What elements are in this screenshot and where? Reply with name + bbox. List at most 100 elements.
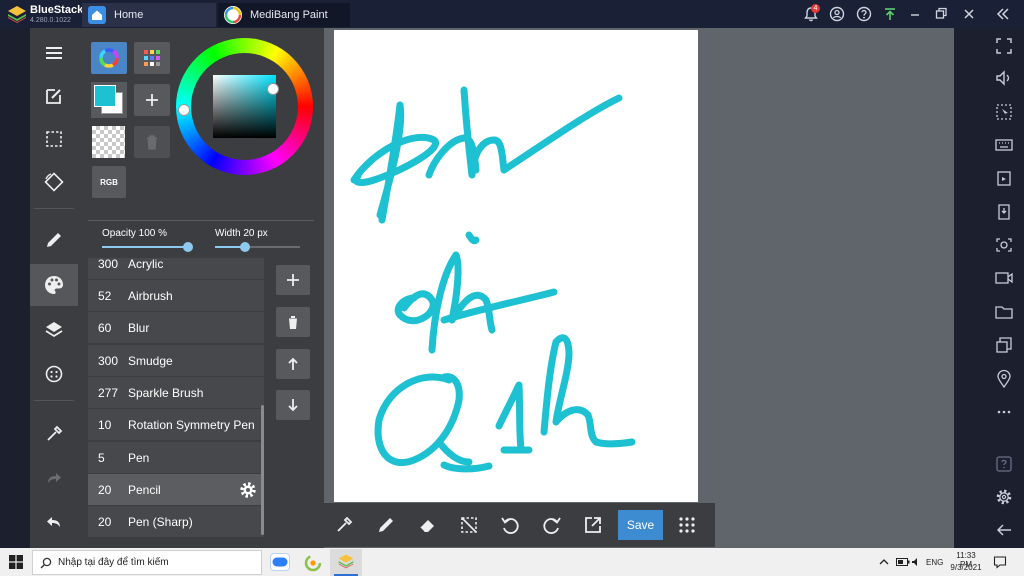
rotate-canvas-icon bbox=[44, 172, 64, 192]
delete-color-button[interactable] bbox=[134, 126, 170, 158]
gear-icon[interactable] bbox=[238, 480, 258, 500]
fullscreen-export-icon[interactable] bbox=[582, 514, 604, 536]
brush-row-blur[interactable]: 60 Blur bbox=[88, 312, 264, 343]
rotate-left-icon[interactable] bbox=[499, 514, 521, 536]
zalo-app-icon[interactable] bbox=[270, 553, 290, 571]
volume-icon[interactable] bbox=[994, 68, 1014, 88]
language-indicator[interactable]: ENG bbox=[926, 558, 943, 567]
pencil-icon[interactable] bbox=[375, 514, 397, 536]
battery-icon[interactable] bbox=[896, 557, 910, 567]
transparent-color-swatch[interactable] bbox=[92, 126, 125, 158]
width-slider[interactable] bbox=[215, 246, 300, 248]
clock-date[interactable]: 9/3/2021 bbox=[950, 563, 982, 572]
taskbar-bluestacks-active[interactable] bbox=[330, 549, 362, 576]
plus-icon bbox=[146, 94, 158, 106]
width-slider-knob[interactable] bbox=[239, 242, 250, 252]
rotate-right-icon[interactable] bbox=[541, 514, 563, 536]
drawing-canvas[interactable] bbox=[334, 30, 698, 502]
fullscreen-icon[interactable] bbox=[994, 36, 1014, 56]
more-options-icon[interactable] bbox=[994, 402, 1014, 422]
tray-chevron-up-icon[interactable] bbox=[879, 557, 889, 567]
save-button[interactable]: Save bbox=[618, 510, 663, 540]
palette-mode-button[interactable] bbox=[134, 42, 170, 74]
screenshot-icon[interactable] bbox=[994, 235, 1014, 255]
layers-tool[interactable] bbox=[30, 310, 78, 350]
arrow-down-icon bbox=[288, 399, 298, 412]
location-icon[interactable] bbox=[994, 369, 1014, 389]
restore-icon[interactable] bbox=[934, 5, 948, 23]
brush-row-pencil[interactable]: 20 Pencil bbox=[88, 474, 264, 505]
bluestacks-taskbar-icon bbox=[338, 554, 354, 569]
materials-tool[interactable] bbox=[30, 354, 78, 394]
eyedropper-icon bbox=[47, 425, 63, 441]
rgb-mode-button[interactable]: RGB bbox=[92, 166, 126, 198]
minimize-icon[interactable] bbox=[908, 5, 922, 23]
eraser-icon[interactable] bbox=[416, 514, 438, 536]
new-file-button[interactable] bbox=[30, 76, 78, 116]
folder-icon[interactable] bbox=[994, 302, 1014, 322]
app-launcher-icon[interactable] bbox=[304, 554, 322, 572]
update-icon[interactable] bbox=[882, 5, 898, 23]
brush-row-pen-sharp[interactable]: 20 Pen (Sharp) bbox=[88, 506, 264, 537]
delete-brush-button[interactable] bbox=[276, 307, 310, 337]
collapse-sidebar-icon[interactable] bbox=[995, 5, 1011, 23]
add-color-button[interactable] bbox=[134, 84, 170, 116]
brush-size: 10 bbox=[98, 417, 112, 432]
selection-tool[interactable] bbox=[30, 119, 78, 159]
back-arrow-icon[interactable] bbox=[994, 520, 1014, 540]
brush-size: 277 bbox=[98, 385, 119, 400]
brush-name: Pencil bbox=[128, 482, 161, 497]
notification-badge: 4 bbox=[811, 4, 820, 13]
record-icon[interactable] bbox=[994, 268, 1014, 288]
menu-button[interactable] bbox=[30, 33, 78, 73]
tab-medibang[interactable]: MediBang Paint bbox=[218, 3, 350, 27]
install-apk-icon[interactable] bbox=[994, 168, 1014, 188]
brush-size: 52 bbox=[98, 288, 112, 303]
redo-button[interactable] bbox=[30, 458, 78, 498]
eyedropper-icon[interactable] bbox=[333, 514, 355, 536]
account-icon[interactable] bbox=[829, 5, 845, 23]
move-brush-down-button[interactable] bbox=[276, 390, 310, 420]
move-brush-up-button[interactable] bbox=[276, 349, 310, 379]
brush-list-scrollbar[interactable] bbox=[261, 405, 264, 535]
apk-icon[interactable] bbox=[994, 202, 1014, 222]
deselect-icon[interactable] bbox=[458, 514, 480, 536]
help-icon[interactable] bbox=[856, 5, 872, 23]
opacity-slider[interactable] bbox=[102, 246, 188, 248]
stroke-word-3 bbox=[374, 334, 636, 473]
saturation-value-square[interactable] bbox=[213, 75, 276, 138]
color-wheel-mode-button[interactable] bbox=[91, 42, 127, 74]
taskbar-search-box[interactable]: Nhập tại đây để tìm kiếm bbox=[32, 550, 262, 575]
tab-home[interactable]: Home bbox=[82, 3, 216, 27]
marquee-select-icon bbox=[46, 131, 62, 147]
settings-gear-icon[interactable] bbox=[994, 487, 1014, 507]
foreground-background-swatch[interactable] bbox=[91, 82, 127, 118]
windows-start-icon[interactable] bbox=[9, 555, 23, 569]
foreground-color-swatch[interactable] bbox=[94, 85, 116, 107]
opacity-slider-knob[interactable] bbox=[183, 242, 193, 252]
help-icon[interactable] bbox=[994, 454, 1014, 474]
brush-tool[interactable] bbox=[30, 220, 78, 260]
brush-row-acrylic[interactable]: 300 Acrylic bbox=[88, 258, 264, 279]
volume-tray-icon[interactable] bbox=[911, 557, 921, 567]
close-icon[interactable] bbox=[962, 5, 976, 23]
undo-button[interactable] bbox=[30, 502, 78, 542]
color-palette-tool[interactable] bbox=[30, 264, 78, 306]
brush-row-rotation-symmetry-pen[interactable]: 10 Rotation Symmetry Pen bbox=[88, 409, 264, 440]
grid-menu-icon[interactable] bbox=[676, 514, 698, 536]
brush-row-smudge[interactable]: 300 Smudge bbox=[88, 345, 264, 376]
keyboard-icon[interactable] bbox=[994, 135, 1014, 155]
brush-row-sparkle-brush[interactable]: 277 Sparkle Brush bbox=[88, 377, 264, 408]
brush-row-pen[interactable]: 5 Pen bbox=[88, 442, 264, 473]
sv-picker-knob[interactable] bbox=[267, 83, 279, 95]
add-brush-button[interactable] bbox=[276, 265, 310, 295]
hue-picker-knob[interactable] bbox=[178, 104, 190, 116]
brush-row-airbrush[interactable]: 52 Airbrush bbox=[88, 280, 264, 311]
taskbar-search-placeholder: Nhập tại đây để tìm kiếm bbox=[58, 557, 169, 568]
rotate-canvas-tool[interactable] bbox=[30, 162, 78, 202]
tab-medibang-label: MediBang Paint bbox=[250, 9, 328, 21]
pointer-icon[interactable] bbox=[994, 102, 1014, 122]
notification-center-icon[interactable] bbox=[993, 555, 1007, 569]
multi-instance-icon[interactable] bbox=[994, 335, 1014, 355]
eyedropper-tool[interactable] bbox=[30, 414, 78, 454]
